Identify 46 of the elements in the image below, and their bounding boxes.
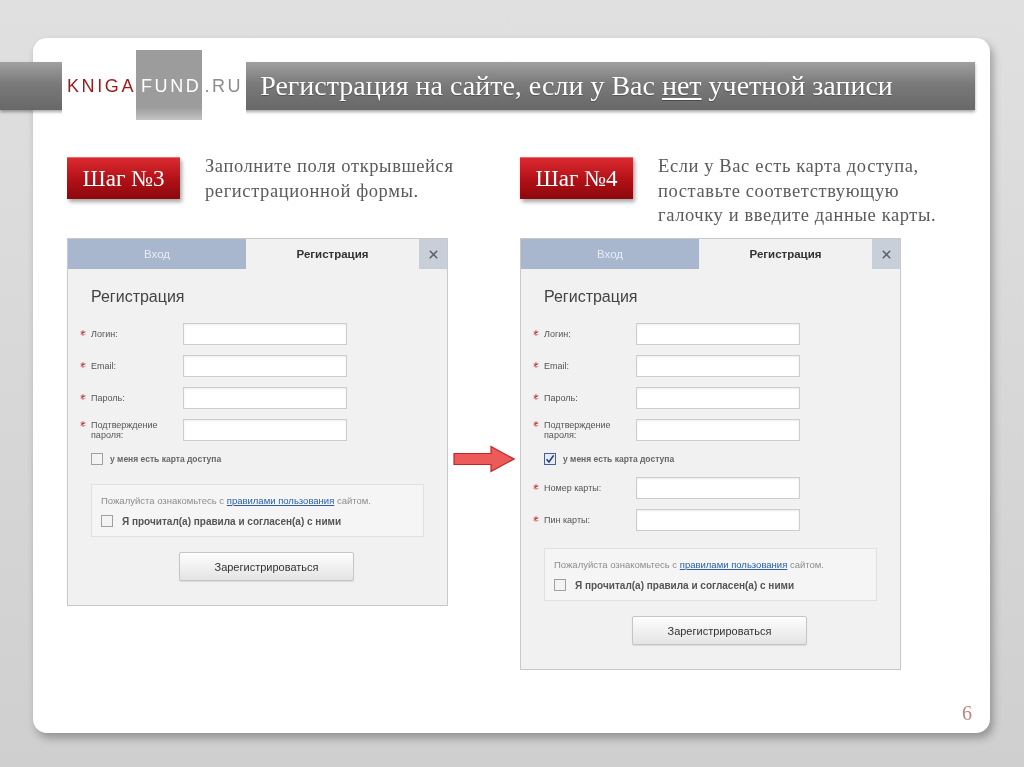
close-button[interactable] [419, 239, 447, 269]
register-button[interactable]: Зарегистрироваться [632, 616, 807, 645]
input-field[interactable] [636, 323, 800, 345]
checkbox[interactable] [91, 453, 103, 465]
form-heading: Регистрация [544, 287, 639, 307]
checkbox[interactable] [544, 453, 556, 465]
checkbox[interactable] [554, 579, 566, 591]
input-field[interactable] [636, 419, 800, 441]
checkbox-label: Я прочитал(а) правила и согласен(а) с ними [122, 515, 342, 527]
checkbox[interactable] [101, 515, 113, 527]
instruction-text: Если у Вас есть карта доступа, поставьте соответствующую галочку и введите данные карты. [658, 155, 937, 227]
register-button[interactable]: Зарегистрироваться [179, 552, 354, 581]
field-label: Логин: [91, 329, 119, 339]
page-number: 6 [962, 702, 972, 725]
input-field[interactable] [636, 387, 800, 409]
instruction-text: Заполните поля открывшейся регистрационной формы. [205, 155, 454, 203]
input-field[interactable] [636, 509, 800, 531]
checkbox-label: у меня есть карта доступа [563, 454, 675, 464]
terms-text: Пожалуйста ознакомьтесь с правилами пользования сайтом. [101, 495, 372, 507]
close-icon [428, 249, 438, 259]
input-field[interactable] [183, 419, 347, 441]
field-label: Логин: [544, 329, 572, 339]
close-icon [881, 249, 891, 259]
step-badge: Шаг №4 [520, 157, 633, 199]
field-label: Пин карты: [544, 515, 591, 525]
field-label: Номер карты: [544, 483, 603, 493]
checkbox-label: у меня есть карта доступа [110, 454, 222, 464]
field-label: Подтверждение пароля: [91, 420, 159, 440]
terms-text: Пожалуйста ознакомьтесь с правилами пользования сайтом. [554, 559, 825, 571]
rules-link[interactable]: правилами пользования [226, 495, 335, 506]
field-label: Пароль: [91, 393, 126, 403]
input-field[interactable] [183, 355, 347, 377]
checkbox-label: Я прочитал(а) правила и согласен(а) с ними [575, 579, 795, 591]
form-heading: Регистрация [91, 287, 186, 307]
rules-link[interactable]: правилами пользования [679, 559, 788, 570]
close-button[interactable] [872, 239, 900, 269]
field-label: Email: [544, 361, 570, 371]
field-label: Подтверждение пароля: [544, 420, 612, 440]
input-field[interactable] [636, 477, 800, 499]
input-field[interactable] [183, 387, 347, 409]
input-field[interactable] [183, 323, 347, 345]
input-field[interactable] [636, 355, 800, 377]
field-label: Email: [91, 361, 117, 371]
slide-title: Регистрация на сайте, если у Вас нет учетной записи [260, 69, 893, 103]
field-label: Пароль: [544, 393, 579, 403]
step-badge: Шаг №3 [67, 157, 180, 199]
